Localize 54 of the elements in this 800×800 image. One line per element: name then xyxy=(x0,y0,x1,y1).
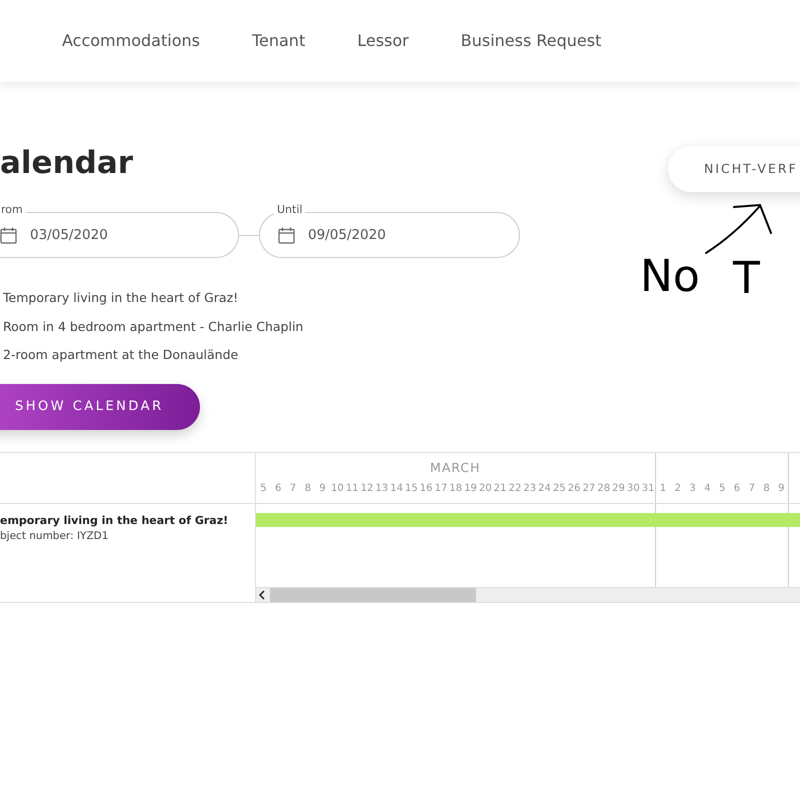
day-number: 12 xyxy=(360,482,374,496)
listing-title: emporary living in the heart of Graz! xyxy=(0,512,230,528)
date-field[interactable]: 03/05/2020 xyxy=(0,212,239,258)
day-number: 27 xyxy=(582,482,596,496)
nav-link[interactable]: Business Request xyxy=(460,29,602,53)
day-number: 20 xyxy=(478,482,493,496)
day-number: 9 xyxy=(777,482,786,496)
day-number: 17 xyxy=(434,482,448,496)
day-number: 15 xyxy=(404,482,419,496)
day-number: 25 xyxy=(552,482,567,496)
date-field[interactable]: 09/05/2020 xyxy=(259,212,520,258)
status-button[interactable]: NICHT-VERF xyxy=(668,146,800,192)
day-number: 5 xyxy=(259,482,268,496)
day-number: 6 xyxy=(274,482,282,496)
day-number: 31 xyxy=(640,482,656,496)
day-number: 19 xyxy=(463,482,478,496)
day-number: 6 xyxy=(732,482,742,496)
day-number: 22 xyxy=(508,482,522,496)
day-number: 28 xyxy=(596,482,612,496)
month-name: MARCH xyxy=(430,458,481,476)
day-number: 2 xyxy=(674,482,682,496)
day-number: 10 xyxy=(330,482,345,496)
nav-link[interactable]: Tenant xyxy=(252,29,306,53)
day-number: 8 xyxy=(304,482,312,496)
object-number: bject number: IYZD1 xyxy=(0,529,110,544)
scrollbar[interactable] xyxy=(256,586,800,602)
day-number: 9 xyxy=(318,482,327,496)
day-number: 30 xyxy=(626,482,641,496)
day-number: 23 xyxy=(522,482,538,496)
nav-link[interactable]: Lessor xyxy=(357,29,409,53)
day-number: 5 xyxy=(718,482,726,496)
page-title: alendar xyxy=(0,148,134,179)
day-number: 8 xyxy=(762,482,771,496)
day-number: 11 xyxy=(344,482,360,496)
day-number: 24 xyxy=(537,482,552,496)
day-number: 1 xyxy=(658,482,668,496)
day-number: 18 xyxy=(448,482,464,496)
day-number: 7 xyxy=(288,482,298,496)
day-number: 16 xyxy=(418,482,434,496)
field-label: Until xyxy=(274,203,306,216)
day-number: 7 xyxy=(748,482,756,496)
calendar-icon xyxy=(0,227,17,244)
nav-link[interactable]: Accommodations xyxy=(62,29,200,53)
day-number: 14 xyxy=(389,482,404,496)
day-number: 26 xyxy=(566,482,582,496)
show-calendar-button[interactable]: SHOW CALENDAR xyxy=(0,384,200,430)
day-number: 3 xyxy=(688,482,697,496)
day-number: 4 xyxy=(703,482,712,496)
day-number: 13 xyxy=(374,482,390,496)
day-number: 21 xyxy=(492,482,508,496)
listing-name[interactable]: 2-room apartment at the Donaulände xyxy=(3,349,800,362)
day-number: 29 xyxy=(611,482,626,496)
listing-name[interactable]: Room in 4 bedroom apartment - Charlie Chaplin xyxy=(3,320,800,333)
calendar-icon xyxy=(278,227,295,244)
